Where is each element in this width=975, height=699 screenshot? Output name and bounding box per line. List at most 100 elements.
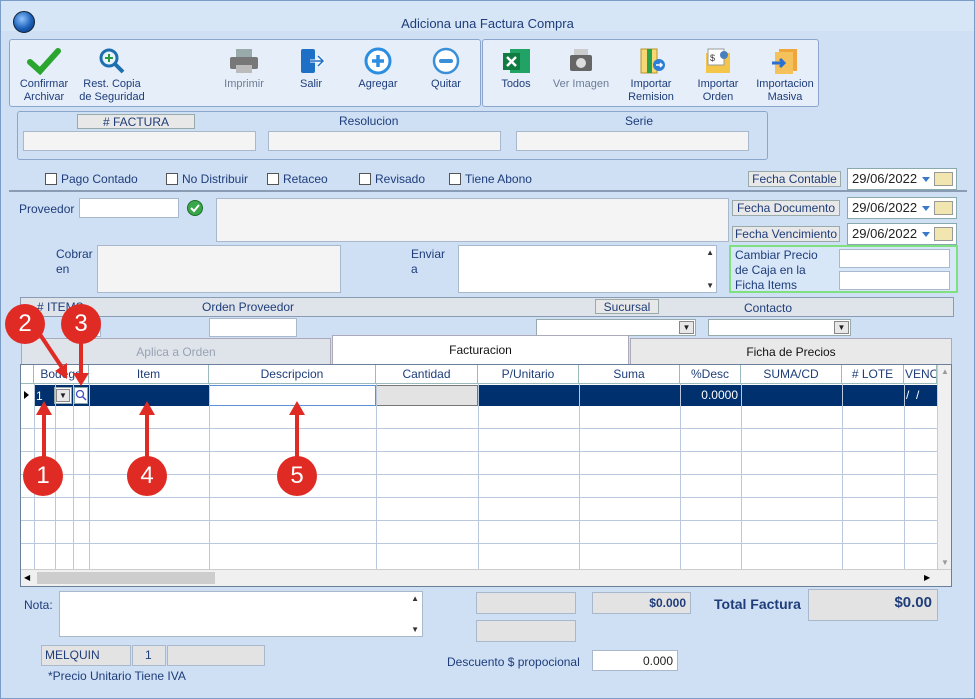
import-order-icon: $: [706, 48, 730, 73]
horizontal-scrollbar[interactable]: ◀ ▶: [21, 569, 951, 586]
calendar-icon: [934, 227, 953, 241]
fecha-contable-label: Fecha Contable: [748, 171, 841, 187]
tab-facturacion[interactable]: Facturacion: [332, 335, 629, 365]
fecha-vencimiento-label: Fecha Vencimiento: [732, 226, 840, 242]
grid-line: [680, 384, 681, 569]
import-order-button[interactable]: $ Importar Orden: [691, 47, 745, 104]
scroll-thumb[interactable]: [37, 572, 215, 584]
fecha-contable-picker[interactable]: 29/06/2022: [847, 168, 957, 190]
confirm-archive-button[interactable]: Confirmar Archivar: [15, 47, 73, 104]
retaceo-checkbox[interactable]: Retaceo: [267, 172, 328, 186]
cobrar-en-field[interactable]: [97, 245, 341, 293]
exit-door-icon: [301, 49, 326, 73]
annotation-marker-5: 5: [277, 456, 317, 496]
nota-textarea[interactable]: ▲ ▼: [59, 591, 423, 637]
enviar-label-2: a: [411, 262, 418, 276]
calendar-icon: [934, 201, 953, 215]
arrow-head-icon: [139, 401, 155, 415]
tab-ficha-precios[interactable]: Ficha de Precios: [630, 338, 952, 365]
fecha-documento-picker[interactable]: 29/06/2022: [847, 197, 957, 219]
dropdown-arrow-icon: [922, 232, 930, 237]
column-header-lote[interactable]: # LOTE: [842, 365, 904, 384]
cambiar-precio-input-2[interactable]: [839, 271, 950, 290]
pago-contado-checkbox[interactable]: Pago Contado: [45, 172, 138, 186]
proveedor-input[interactable]: [79, 198, 179, 218]
fecha-documento-label: Fecha Documento: [732, 200, 840, 216]
annotation-marker-2: 2: [5, 304, 45, 344]
resolucion-input[interactable]: [268, 131, 501, 151]
orden-proveedor-input[interactable]: [209, 318, 297, 337]
factura-input[interactable]: [23, 131, 256, 151]
column-header-descripcion[interactable]: Descripcion: [209, 365, 376, 384]
validate-provider-icon[interactable]: [187, 200, 203, 216]
scroll-down-icon[interactable]: ▼: [941, 558, 949, 567]
serie-input[interactable]: [516, 131, 749, 151]
checkbox-box: [166, 173, 178, 185]
sucursal-select[interactable]: ▼: [536, 319, 696, 336]
grid-line: [73, 384, 74, 569]
items-header-bar: [20, 297, 954, 317]
scroll-right-icon[interactable]: ▶: [924, 573, 930, 582]
cobrar-label-2: en: [56, 262, 70, 276]
table-row-selected[interactable]: [34, 385, 937, 406]
no-distribuir-checkbox[interactable]: No Distribuir: [166, 172, 248, 186]
scroll-left-icon[interactable]: ◀: [24, 573, 30, 582]
column-header-item[interactable]: Item: [89, 365, 209, 384]
contacto-select[interactable]: ▼: [708, 319, 851, 336]
column-header-suma[interactable]: Suma: [579, 365, 680, 384]
chevron-down-icon: ▼: [834, 321, 849, 334]
print-button[interactable]: Imprimir: [219, 47, 269, 91]
svg-text:$: $: [710, 53, 715, 63]
scroll-up-icon[interactable]: ▲: [706, 248, 714, 257]
venc-value[interactable]: / /: [906, 388, 919, 402]
grid-line: [21, 520, 937, 521]
toolbar-label: Remision: [628, 91, 674, 103]
vertical-scrollbar[interactable]: ▲ ▼: [937, 365, 951, 569]
grid-line: [21, 451, 937, 452]
cambiar-precio-group: Cambiar Precio de Caja en la Ficha Items: [729, 245, 958, 293]
enviar-a-textarea[interactable]: ▲ ▼: [458, 245, 717, 293]
mass-import-button[interactable]: Importacion Masiva: [753, 47, 817, 104]
enviar-label: Enviar: [411, 247, 446, 261]
item-search-button[interactable]: [74, 387, 88, 404]
descuento-input[interactable]: 0.000: [592, 650, 678, 671]
remove-button[interactable]: Quitar: [421, 47, 471, 91]
checkbox-label: Retaceo: [283, 172, 328, 186]
cambiar-precio-label-3: Ficha Items: [735, 278, 798, 292]
divider: [9, 190, 967, 192]
annotation-arrow: [295, 412, 299, 462]
view-image-button[interactable]: Ver Imagen: [549, 47, 613, 91]
scroll-up-icon[interactable]: ▲: [941, 367, 949, 376]
add-button[interactable]: Agregar: [351, 47, 405, 91]
export-all-excel-button[interactable]: Todos: [495, 47, 537, 91]
summary-field-2: [476, 620, 576, 642]
cambiar-precio-input-1[interactable]: [839, 249, 950, 268]
revisado-checkbox[interactable]: Revisado: [359, 172, 425, 186]
tiene-abono-checkbox[interactable]: Tiene Abono: [449, 172, 532, 186]
window-title: Adiciona una Factura Compra: [401, 16, 574, 31]
restore-backup-button[interactable]: Rest. Copia de Seguridad: [75, 47, 149, 104]
scroll-up-icon[interactable]: ▲: [411, 594, 419, 603]
proveedor-label: Proveedor: [19, 202, 75, 216]
cantidad-cell[interactable]: [376, 385, 478, 406]
camera-icon: [570, 49, 592, 71]
scroll-down-icon[interactable]: ▼: [411, 625, 419, 634]
toolbar-label: Ver Imagen: [552, 78, 610, 90]
column-header-desc[interactable]: %Desc: [680, 365, 741, 384]
column-header-cantidad[interactable]: Cantidad: [376, 365, 478, 384]
column-header-sumacd[interactable]: SUMA/CD: [741, 365, 842, 384]
checkbox-label: No Distribuir: [182, 172, 249, 186]
orden-proveedor-label: Orden Proveedor: [202, 300, 295, 314]
contacto-label: Contacto: [744, 301, 793, 315]
scroll-down-icon[interactable]: ▼: [706, 281, 714, 290]
checkbox-box: [359, 173, 371, 185]
column-header-punitario[interactable]: P/Unitario: [478, 365, 579, 384]
import-remision-button[interactable]: Importar Remision: [623, 47, 679, 104]
desc-pct-value[interactable]: 0.0000: [680, 388, 738, 402]
user-name: MELQUIN: [41, 645, 131, 666]
fecha-vencimiento-picker[interactable]: 29/06/2022: [847, 223, 957, 245]
bodega-dropdown[interactable]: ▼: [54, 387, 72, 404]
toolbar-label: Rest. Copia: [83, 78, 141, 90]
exit-button[interactable]: Salir: [289, 47, 333, 91]
column-header-venc[interactable]: VENC: [904, 365, 937, 384]
